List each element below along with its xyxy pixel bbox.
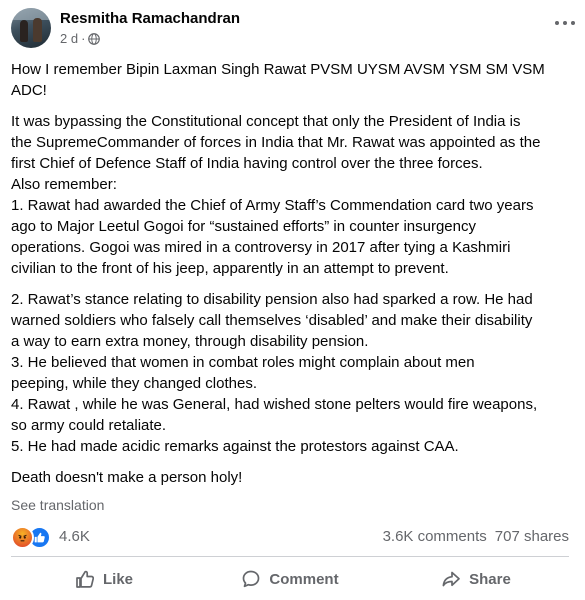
share-arrow-icon [442, 571, 460, 587]
post-text-line: How I remember Bipin Laxman Singh Rawat … [11, 61, 545, 78]
post-time[interactable]: 2 d [60, 31, 78, 46]
post-text-line: ago to Major Leetul Gogoi for “sustained… [11, 218, 476, 235]
post-paragraph: Death doesn't make a person holy! [11, 467, 573, 488]
post-text-line: 4. Rawat , while he was General, had wis… [11, 396, 538, 413]
share-button[interactable]: Share [383, 562, 569, 596]
author-name[interactable]: Resmitha Ramachandran [60, 10, 240, 27]
more-options-icon[interactable] [555, 18, 575, 28]
post-text-line: peeping, while they changed clothes. [11, 375, 258, 392]
post-text: How I remember Bipin Laxman Singh Rawat … [11, 59, 573, 488]
post-text-line: first Chief of Defence Staff of India ha… [11, 155, 483, 172]
comment-label: Comment [269, 570, 339, 588]
reactions-bar: 4.6K 3.6K comments 707 shares [11, 526, 569, 549]
post-text-line: the SupremeCommander of forces in India … [11, 134, 541, 151]
facebook-post: Resmitha Ramachandran 2 d · How I rememb… [0, 0, 585, 600]
post-text-line: 2. Rawat’s stance relating to disability… [11, 291, 533, 308]
comments-count[interactable]: 3.6K comments [383, 528, 487, 545]
like-button[interactable]: Like [11, 562, 197, 596]
engagement-counts: 3.6K comments 707 shares [383, 528, 569, 545]
post-text-line: 1. Rawat had awarded the Chief of Army S… [11, 197, 534, 214]
post-text-line: ADC! [11, 82, 47, 99]
post-text-line: a way to earn extra money, through disab… [11, 333, 369, 350]
reaction-icons[interactable] [11, 526, 51, 549]
divider [11, 556, 569, 557]
post-text-line: operations. Gogoi was mired in a controv… [11, 239, 511, 256]
like-label: Like [102, 570, 133, 588]
post-paragraph: It was bypassing the Constitutional conc… [11, 111, 573, 279]
post-text-line: so army could retaliate. [11, 417, 167, 434]
post-text-line: warned soldiers who falsely call themsel… [11, 312, 533, 329]
angry-reaction-icon [11, 526, 34, 549]
post-text-line: 3. He believed that women in combat role… [11, 354, 475, 371]
post-text-line: Death doesn't make a person holy! [11, 469, 243, 486]
post-text-line: Also remember: [11, 176, 117, 193]
see-translation-link[interactable]: See translation [11, 497, 104, 513]
comment-icon [243, 570, 260, 588]
share-label: Share [469, 570, 511, 588]
post-text-line: 5. He had made acidic remarks against th… [11, 438, 459, 455]
post-header: Resmitha Ramachandran 2 d · [11, 6, 575, 50]
meta-separator: · [81, 31, 86, 46]
post-text-line: It was bypassing the Constitutional conc… [11, 113, 521, 130]
thumbs-up-icon [76, 570, 95, 588]
post-text-line: civilian to the front of his jeep, appar… [11, 260, 449, 277]
reaction-count[interactable]: 4.6K [59, 528, 90, 545]
post-paragraph: How I remember Bipin Laxman Singh Rawat … [11, 59, 573, 101]
post-paragraph: 2. Rawat’s stance relating to disability… [11, 289, 573, 457]
avatar[interactable] [11, 8, 51, 48]
action-bar: Like Comment Share [11, 562, 569, 596]
globe-icon [88, 32, 101, 45]
post-meta: 2 d · [60, 31, 101, 46]
shares-count[interactable]: 707 shares [495, 528, 569, 545]
comment-button[interactable]: Comment [197, 562, 383, 596]
